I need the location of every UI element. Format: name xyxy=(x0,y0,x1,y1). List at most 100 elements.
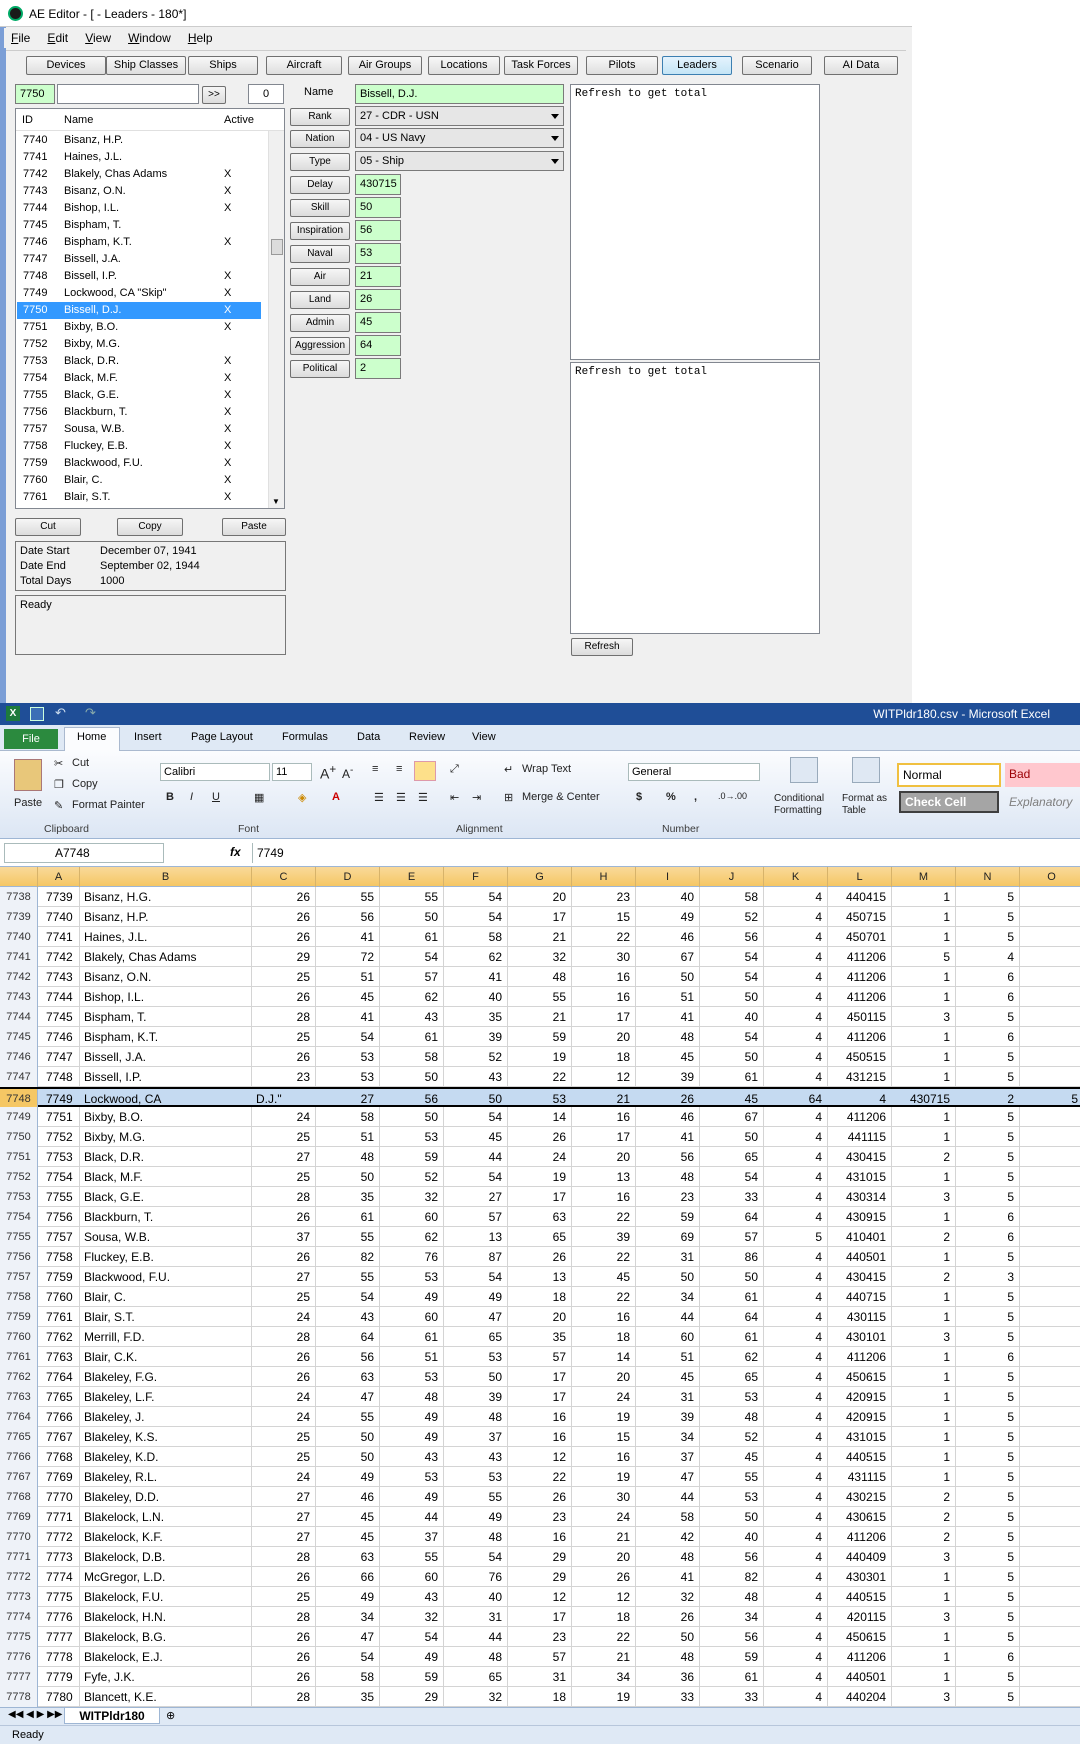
table-row[interactable]: 7741 7742 Blakely, Chas Adams 29 72 54 62 32 30 6… xyxy=(0,947,1080,967)
table-cell[interactable]: 51 xyxy=(380,1347,444,1367)
list-item[interactable]: 7745 Bispham, T. xyxy=(17,217,261,234)
table-cell[interactable]: 7753 xyxy=(38,1147,80,1167)
table-cell[interactable]: 45 xyxy=(636,1047,700,1067)
table-cell[interactable]: 2 xyxy=(892,1227,956,1247)
table-cell[interactable]: 7762 xyxy=(38,1327,80,1347)
table-cell[interactable]: 6 xyxy=(956,1647,1020,1667)
table-cell[interactable]: 5 xyxy=(956,1667,1020,1687)
comma-button[interactable]: , xyxy=(694,791,697,803)
table-cell[interactable]: 7757 xyxy=(38,1227,80,1247)
list-item[interactable]: 7746 Bispham, K.T. X xyxy=(17,234,261,251)
tab-view[interactable]: View xyxy=(472,731,496,743)
table-cell[interactable]: Blakelock, E.J. xyxy=(80,1647,252,1667)
table-cell[interactable]: 34 xyxy=(636,1287,700,1307)
row-header[interactable]: 7746 xyxy=(0,1047,38,1067)
list-item[interactable]: 7743 Bisanz, O.N. X xyxy=(17,183,261,200)
table-cell[interactable]: 31 xyxy=(444,1607,508,1627)
table-cell[interactable]: 15 xyxy=(572,907,636,927)
row-header[interactable]: 7771 xyxy=(0,1547,38,1567)
table-cell[interactable]: 62 xyxy=(380,1227,444,1247)
table-cell[interactable]: 6 xyxy=(956,987,1020,1007)
table-cell[interactable]: 430301 xyxy=(828,1567,892,1587)
table-cell[interactable]: 51 xyxy=(636,1347,700,1367)
table-cell[interactable]: 17 xyxy=(508,907,572,927)
table-cell[interactable]: 41 xyxy=(444,967,508,987)
row-header[interactable]: 7762 xyxy=(0,1367,38,1387)
table-cell[interactable]: 44 xyxy=(444,1147,508,1167)
table-cell[interactable]: 53 xyxy=(444,1347,508,1367)
table-cell[interactable]: 50 xyxy=(316,1427,380,1447)
leader-list[interactable]: ID Name Active 7740 Bisanz, H.P. 7741 Haine… xyxy=(15,108,285,509)
table-row[interactable]: 7758 7760 Blair, C. 25 54 49 49 18 22 34 61 4 440715… xyxy=(0,1287,1080,1307)
currency-button[interactable]: $ xyxy=(636,791,642,803)
table-row[interactable]: 7766 7768 Blakeley, K.D. 25 50 43 43 12 16 37 45 4 4… xyxy=(0,1447,1080,1467)
table-cell[interactable]: 49 xyxy=(444,1507,508,1527)
table-cell[interactable]: 69 xyxy=(636,1227,700,1247)
column-header[interactable]: A xyxy=(38,867,80,887)
table-cell[interactable]: Blakelock, K.F. xyxy=(80,1527,252,1547)
table-row[interactable]: 7750 7752 Bixby, M.G. 25 51 53 45 26 17 41 50 4 4411… xyxy=(0,1127,1080,1147)
table-cell[interactable]: McGregor, L.D. xyxy=(80,1567,252,1587)
table-cell[interactable]: Blakelock, H.N. xyxy=(80,1607,252,1627)
table-cell[interactable]: 16 xyxy=(572,987,636,1007)
table-cell[interactable]: 4 xyxy=(764,887,828,907)
table-cell[interactable]: 41 xyxy=(636,1127,700,1147)
table-cell[interactable]: 47 xyxy=(316,1627,380,1647)
shrink-font-icon[interactable]: A- xyxy=(342,765,353,781)
tab-home[interactable]: Home xyxy=(77,731,106,743)
align-bottom-icon[interactable] xyxy=(414,761,436,781)
table-cell[interactable]: 55 xyxy=(316,1267,380,1287)
table-row[interactable]: 7739 7740 Bisanz, H.P. 26 56 50 54 17 15 49 52 4 450… xyxy=(0,907,1080,927)
table-cell[interactable]: 19 xyxy=(572,1467,636,1487)
table-cell[interactable]: 3 xyxy=(892,1687,956,1707)
table-cell[interactable]: 7744 xyxy=(38,987,80,1007)
table-cell[interactable]: 54 xyxy=(444,907,508,927)
table-cell[interactable]: 87 xyxy=(444,1247,508,1267)
table-cell[interactable]: Bissell, I.P. xyxy=(80,1067,252,1087)
table-cell[interactable]: 54 xyxy=(444,1167,508,1187)
table-cell[interactable]: 7760 xyxy=(38,1287,80,1307)
table-cell[interactable]: 72 xyxy=(316,947,380,967)
table-cell[interactable]: 1 xyxy=(892,1407,956,1427)
list-item[interactable]: 7742 Blakely, Chas Adams X xyxy=(17,166,261,183)
table-cell[interactable]: 20 xyxy=(572,1367,636,1387)
table-cell[interactable]: 4 xyxy=(764,1047,828,1067)
table-cell[interactable]: 39 xyxy=(636,1407,700,1427)
table-cell[interactable]: 61 xyxy=(700,1287,764,1307)
table-cell[interactable]: 1 xyxy=(892,1027,956,1047)
row-header[interactable]: 7776 xyxy=(0,1647,38,1667)
table-cell[interactable]: 55 xyxy=(316,1407,380,1427)
table-cell[interactable]: 26 xyxy=(252,1567,316,1587)
table-cell[interactable]: 54 xyxy=(700,947,764,967)
table-cell[interactable]: 54 xyxy=(316,1647,380,1667)
table-cell[interactable]: 5 xyxy=(956,1567,1020,1587)
table-cell[interactable]: 450615 xyxy=(828,1627,892,1647)
table-cell[interactable]: 12 xyxy=(572,1067,636,1087)
table-cell[interactable]: 4 xyxy=(764,1187,828,1207)
table-cell[interactable]: 1 xyxy=(892,887,956,907)
table-cell[interactable]: 58 xyxy=(700,887,764,907)
tab-leaders[interactable]: Leaders xyxy=(662,56,732,75)
table-cell[interactable]: 22 xyxy=(572,1207,636,1227)
table-cell[interactable]: 56 xyxy=(316,1347,380,1367)
table-cell[interactable]: 48 xyxy=(636,1547,700,1567)
table-row[interactable]: 7777 7779 Fyfe, J.K. 26 58 59 65 31 34 36 61 4 44050… xyxy=(0,1667,1080,1687)
table-cell[interactable]: 50 xyxy=(700,1127,764,1147)
table-cell[interactable]: 39 xyxy=(572,1227,636,1247)
table-cell[interactable]: 4 xyxy=(764,1407,828,1427)
table-cell[interactable]: 26 xyxy=(508,1127,572,1147)
table-row[interactable]: 7762 7764 Blakeley, F.G. 26 63 53 50 17 20 45 65 4 4… xyxy=(0,1367,1080,1387)
table-cell[interactable]: 32 xyxy=(380,1607,444,1627)
table-cell[interactable]: 19 xyxy=(572,1407,636,1427)
table-cell[interactable]: Lockwood, CA xyxy=(80,1089,252,1109)
table-cell[interactable]: 44 xyxy=(380,1507,444,1527)
row-header[interactable]: 7744 xyxy=(0,1007,38,1027)
table-cell[interactable]: 47 xyxy=(636,1467,700,1487)
table-cell[interactable]: 27 xyxy=(444,1187,508,1207)
table-cell[interactable]: 64 xyxy=(316,1327,380,1347)
table-cell[interactable]: 30 xyxy=(572,947,636,967)
table-cell[interactable]: Blair, S.T. xyxy=(80,1307,252,1327)
table-cell[interactable]: Blakeley, D.D. xyxy=(80,1487,252,1507)
table-cell[interactable]: 48 xyxy=(444,1527,508,1547)
table-cell[interactable]: 40 xyxy=(444,987,508,1007)
